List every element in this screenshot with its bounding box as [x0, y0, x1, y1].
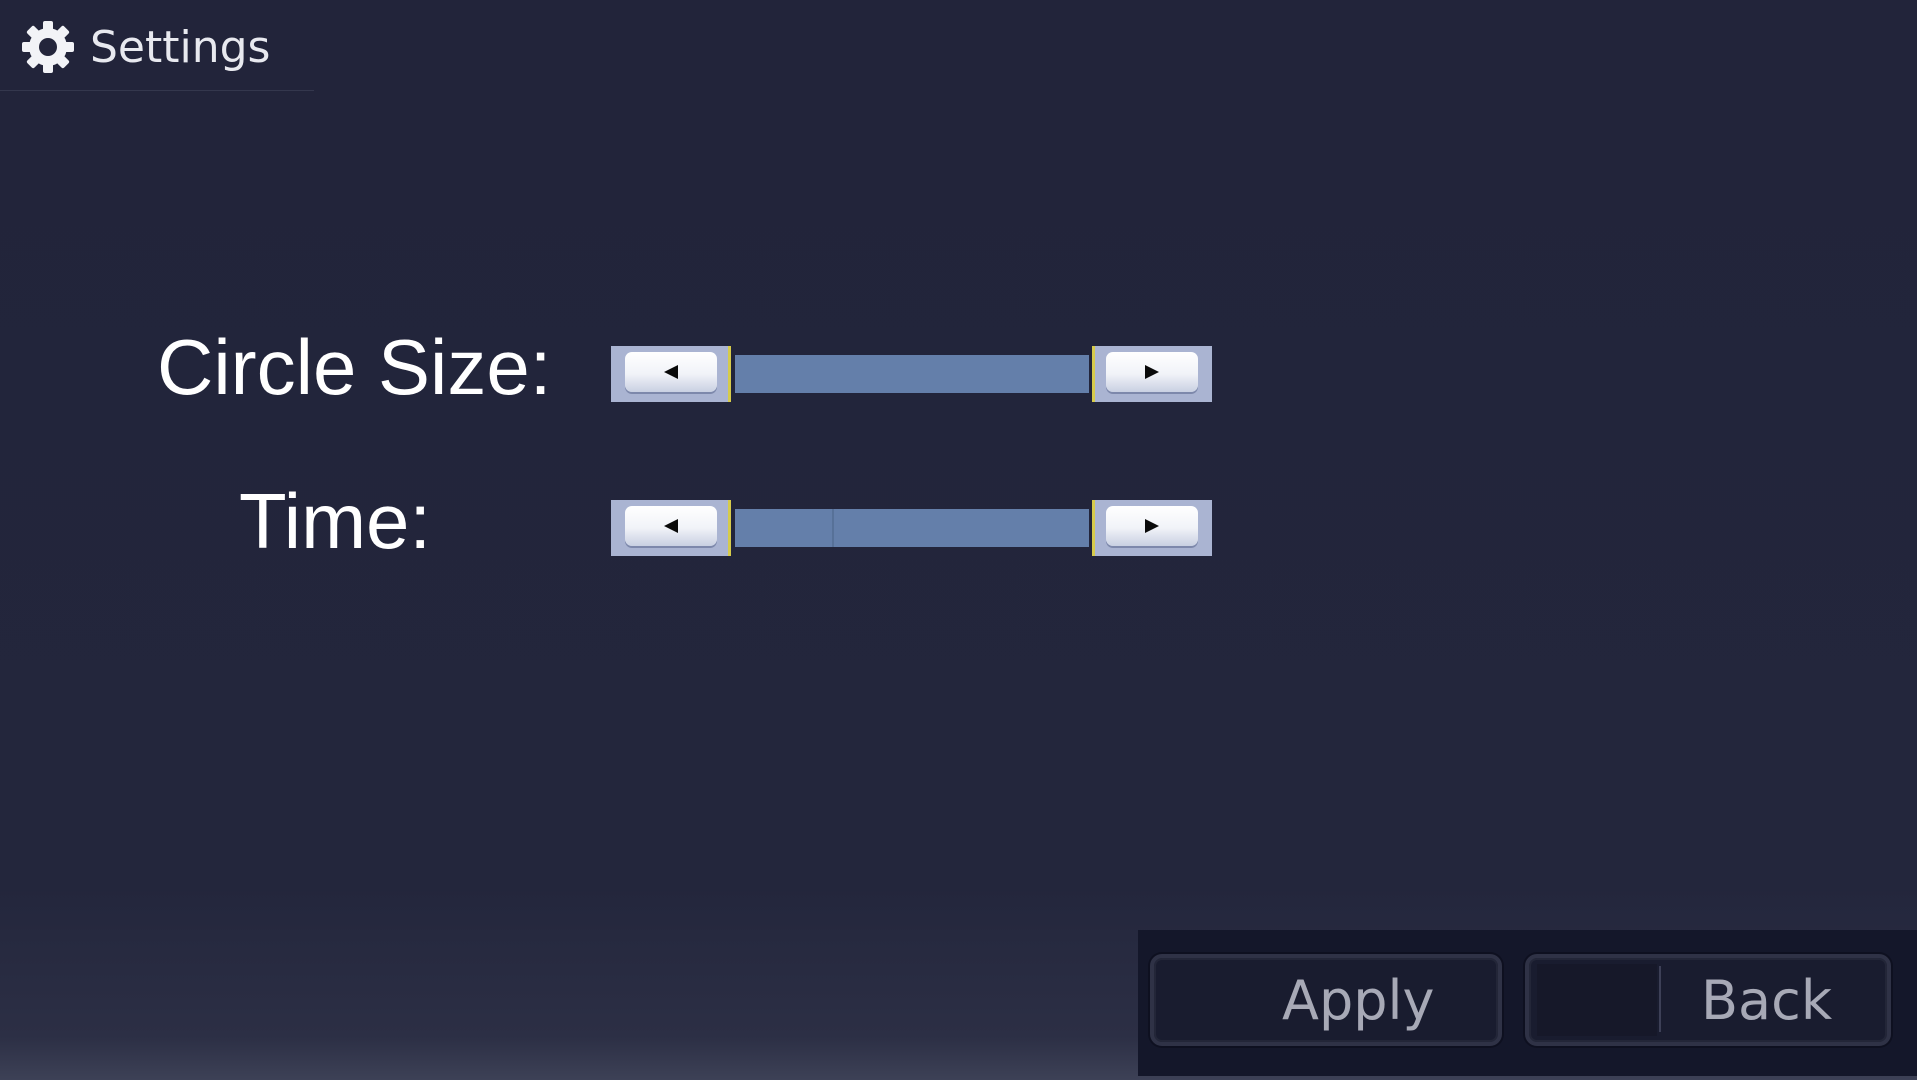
circle-size-track[interactable] — [735, 355, 1089, 393]
button-cap — [1106, 352, 1198, 392]
time-label: Time: — [239, 477, 432, 565]
circle-size-label: Circle Size: — [157, 323, 552, 411]
back-button[interactable]: Back — [1525, 954, 1891, 1046]
gear-icon — [22, 21, 74, 73]
page-title: Settings — [90, 22, 271, 73]
back-button-shade — [1537, 964, 1657, 1036]
arrow-right-icon — [1145, 365, 1159, 379]
time-fill — [735, 509, 835, 547]
arrow-left-icon — [664, 519, 678, 533]
apply-button[interactable]: Apply — [1150, 954, 1502, 1046]
time-track[interactable] — [735, 509, 1089, 547]
time-decrease-button[interactable] — [611, 500, 731, 556]
button-cap — [625, 352, 717, 392]
settings-screen: Settings Circle Size: Time: Apply Back — [0, 0, 1917, 1080]
action-bar: Apply Back — [1138, 930, 1917, 1076]
button-cap — [1106, 506, 1198, 546]
divider — [1659, 966, 1661, 1032]
header: Settings — [0, 0, 314, 91]
arrow-right-icon — [1145, 519, 1159, 533]
circle-size-increase-button[interactable] — [1092, 346, 1212, 402]
time-slider[interactable] — [611, 500, 1212, 556]
arrow-left-icon — [664, 365, 678, 379]
button-cap — [625, 506, 717, 546]
back-button-label: Back — [1701, 969, 1833, 1032]
apply-button-label: Apply — [1282, 969, 1435, 1032]
circle-size-decrease-button[interactable] — [611, 346, 731, 402]
circle-size-fill — [735, 355, 1089, 393]
time-increase-button[interactable] — [1092, 500, 1212, 556]
circle-size-slider[interactable] — [611, 346, 1212, 402]
